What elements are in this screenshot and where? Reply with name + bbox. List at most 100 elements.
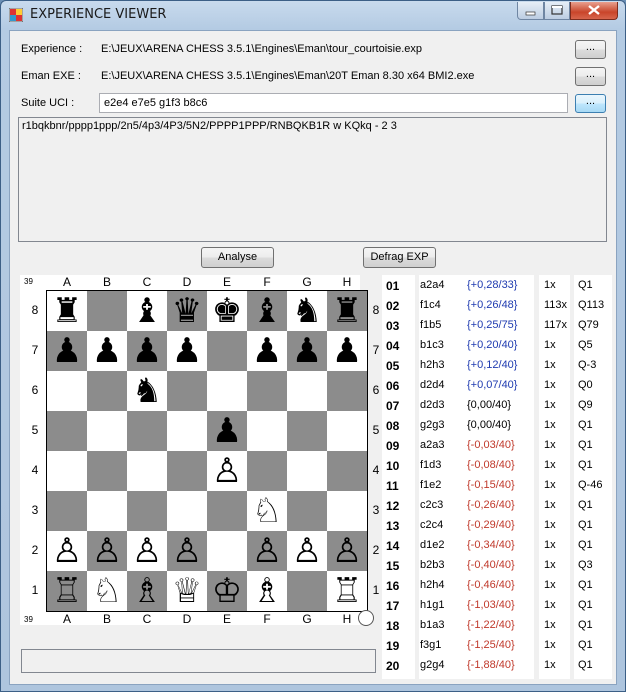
black-pawn-icon[interactable]: ♟ bbox=[287, 331, 327, 371]
black-pawn-icon[interactable]: ♟ bbox=[127, 331, 167, 371]
square-b6[interactable] bbox=[87, 371, 127, 411]
square-f5[interactable] bbox=[247, 411, 287, 451]
square-f6[interactable] bbox=[247, 371, 287, 411]
move-row[interactable]: 06 d2d4 {+0,07/40} 1x Q0 bbox=[382, 375, 612, 395]
square-h6[interactable] bbox=[327, 371, 367, 411]
fen-textbox[interactable]: r1bqkbnr/pppp1ppp/2n5/4p3/4P3/5N2/PPPP1P… bbox=[18, 117, 607, 242]
square-f3[interactable]: ♘ bbox=[247, 491, 287, 531]
white-rook-icon[interactable]: ♖ bbox=[327, 571, 367, 611]
square-a5[interactable] bbox=[47, 411, 87, 451]
square-a1[interactable]: ♖ bbox=[47, 571, 87, 611]
move-row[interactable]: 18 b1a3 {-1,22/40} 1x Q1 bbox=[382, 615, 612, 635]
square-a2[interactable]: ♙ bbox=[47, 531, 87, 571]
square-b2[interactable]: ♙ bbox=[87, 531, 127, 571]
square-e3[interactable] bbox=[207, 491, 247, 531]
square-c7[interactable]: ♟ bbox=[127, 331, 167, 371]
white-pawn-icon[interactable]: ♙ bbox=[327, 531, 367, 571]
white-king-icon[interactable]: ♔ bbox=[207, 571, 247, 611]
black-queen-icon[interactable]: ♛ bbox=[167, 291, 207, 331]
square-c4[interactable] bbox=[127, 451, 167, 491]
square-b8[interactable] bbox=[87, 291, 127, 331]
square-h7[interactable]: ♟ bbox=[327, 331, 367, 371]
square-b4[interactable] bbox=[87, 451, 127, 491]
square-h5[interactable] bbox=[327, 411, 367, 451]
black-rook-icon[interactable]: ♜ bbox=[47, 291, 87, 331]
white-pawn-icon[interactable]: ♙ bbox=[287, 531, 327, 571]
white-pawn-icon[interactable]: ♙ bbox=[87, 531, 127, 571]
move-row[interactable]: 20 g2g4 {-1,88/40} 1x Q1 bbox=[382, 655, 612, 675]
square-a6[interactable] bbox=[47, 371, 87, 411]
white-pawn-icon[interactable]: ♙ bbox=[167, 531, 207, 571]
move-row[interactable]: 02 f1c4 {+0,26/48} 113x Q113 bbox=[382, 295, 612, 315]
move-row[interactable]: 13 c2c4 {-0,29/40} 1x Q1 bbox=[382, 515, 612, 535]
title-bar[interactable]: EXPERIENCE VIEWER bbox=[1, 1, 625, 29]
square-e2[interactable] bbox=[207, 531, 247, 571]
square-c5[interactable] bbox=[127, 411, 167, 451]
move-row[interactable]: 17 h1g1 {-1,03/40} 1x Q1 bbox=[382, 595, 612, 615]
black-pawn-icon[interactable]: ♟ bbox=[167, 331, 207, 371]
square-b3[interactable] bbox=[87, 491, 127, 531]
square-d3[interactable] bbox=[167, 491, 207, 531]
square-f2[interactable]: ♙ bbox=[247, 531, 287, 571]
square-d1[interactable]: ♕ bbox=[167, 571, 207, 611]
black-pawn-icon[interactable]: ♟ bbox=[47, 331, 87, 371]
square-e6[interactable] bbox=[207, 371, 247, 411]
square-e5[interactable]: ♟ bbox=[207, 411, 247, 451]
square-d7[interactable]: ♟ bbox=[167, 331, 207, 371]
square-d6[interactable] bbox=[167, 371, 207, 411]
move-row[interactable]: 14 d1e2 {-0,34/40} 1x Q1 bbox=[382, 535, 612, 555]
defrag-exp-button[interactable]: Defrag EXP bbox=[363, 247, 436, 268]
square-f1[interactable]: ♗ bbox=[247, 571, 287, 611]
square-g7[interactable]: ♟ bbox=[287, 331, 327, 371]
square-b7[interactable]: ♟ bbox=[87, 331, 127, 371]
uci-browse-button[interactable]: ... bbox=[575, 94, 606, 113]
square-c6[interactable]: ♞ bbox=[127, 371, 167, 411]
square-g5[interactable] bbox=[287, 411, 327, 451]
white-queen-icon[interactable]: ♕ bbox=[167, 571, 207, 611]
analyse-button[interactable]: Analyse bbox=[201, 247, 274, 268]
moves-list[interactable]: 01 a2a4 {+0,28/33} 1x Q1 02 f1c4 {+0,26/48} 113x… bbox=[382, 275, 612, 679]
move-row[interactable]: 16 h2h4 {-0,46/40} 1x Q1 bbox=[382, 575, 612, 595]
square-h4[interactable] bbox=[327, 451, 367, 491]
square-f8[interactable]: ♝ bbox=[247, 291, 287, 331]
move-row[interactable]: 01 a2a4 {+0,28/33} 1x Q1 bbox=[382, 275, 612, 295]
square-f7[interactable]: ♟ bbox=[247, 331, 287, 371]
square-e4[interactable]: ♙ bbox=[207, 451, 247, 491]
move-row[interactable]: 12 c2c3 {-0,26/40} 1x Q1 bbox=[382, 495, 612, 515]
square-h8[interactable]: ♜ bbox=[327, 291, 367, 331]
black-bishop-icon[interactable]: ♝ bbox=[247, 291, 287, 331]
black-pawn-icon[interactable]: ♟ bbox=[207, 411, 247, 451]
chess-board[interactable]: ♜ ♝ ♛ ♚ ♝ ♞ ♜ ♟ ♟ ♟ ♟ ♟ ♟ ♟ ♞ ♟ ♙ ♘ ♙ ♙ ♙ ♙ ♙ ♙ ♙ ♖ ♘ ♗ ♕ ♔ ♗ ♖ bbox=[46, 290, 368, 612]
move-row[interactable]: 08 g2g3 {0,00/40} 1x Q1 bbox=[382, 415, 612, 435]
square-e8[interactable]: ♚ bbox=[207, 291, 247, 331]
black-king-icon[interactable]: ♚ bbox=[207, 291, 247, 331]
square-a8[interactable]: ♜ bbox=[47, 291, 87, 331]
square-c2[interactable]: ♙ bbox=[127, 531, 167, 571]
square-c8[interactable]: ♝ bbox=[127, 291, 167, 331]
move-row[interactable]: 04 b1c3 {+0,20/40} 1x Q5 bbox=[382, 335, 612, 355]
move-row[interactable]: 09 a2a3 {-0,03/40} 1x Q1 bbox=[382, 435, 612, 455]
minimize-button[interactable] bbox=[517, 2, 544, 20]
square-g3[interactable] bbox=[287, 491, 327, 531]
move-row[interactable]: 03 f1b5 {+0,25/75} 117x Q79 bbox=[382, 315, 612, 335]
square-b5[interactable] bbox=[87, 411, 127, 451]
move-row[interactable]: 11 f1e2 {-0,15/40} 1x Q-46 bbox=[382, 475, 612, 495]
uci-input[interactable]: e2e4 e7e5 g1f3 b8c6 bbox=[99, 93, 568, 113]
square-d5[interactable] bbox=[167, 411, 207, 451]
square-e7[interactable] bbox=[207, 331, 247, 371]
move-row[interactable]: 07 d2d3 {0,00/40} 1x Q9 bbox=[382, 395, 612, 415]
maximize-button[interactable] bbox=[544, 2, 570, 20]
white-rook-icon[interactable]: ♖ bbox=[47, 571, 87, 611]
square-g1[interactable] bbox=[287, 571, 327, 611]
square-e1[interactable]: ♔ bbox=[207, 571, 247, 611]
square-h3[interactable] bbox=[327, 491, 367, 531]
move-row[interactable]: 19 f3g1 {-1,25/40} 1x Q1 bbox=[382, 635, 612, 655]
black-bishop-icon[interactable]: ♝ bbox=[127, 291, 167, 331]
square-f4[interactable] bbox=[247, 451, 287, 491]
black-pawn-icon[interactable]: ♟ bbox=[87, 331, 127, 371]
white-knight-icon[interactable]: ♘ bbox=[247, 491, 287, 531]
white-pawn-icon[interactable]: ♙ bbox=[47, 531, 87, 571]
black-knight-icon[interactable]: ♞ bbox=[287, 291, 327, 331]
square-a7[interactable]: ♟ bbox=[47, 331, 87, 371]
square-a3[interactable] bbox=[47, 491, 87, 531]
